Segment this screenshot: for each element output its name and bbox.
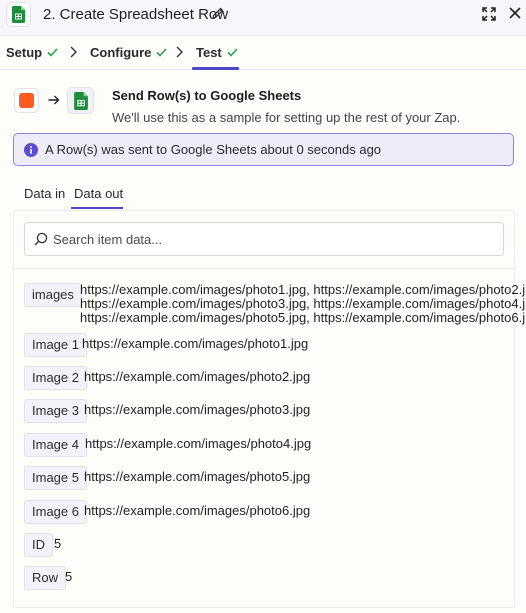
chevron-right-icon [70,46,77,58]
active-tab-indicator [192,67,239,70]
field-key[interactable]: ID [24,533,53,557]
trigger-app-icon [14,88,39,113]
tab-configure[interactable]: Configure [90,45,167,60]
google-sheets-icon [67,87,94,114]
field-key[interactable]: Image 4 [24,433,87,457]
field-row: ID 5 [24,533,504,557]
field-value-line: https://example.com/images/photo1.jpg, h… [80,282,526,297]
field-key[interactable]: Image 1 [24,333,87,357]
field-value: https://example.com/images/photo2.jpg [84,369,311,384]
google-sheets-icon [6,2,31,27]
tab-setup-label: Setup [6,45,43,60]
action-description: We'll use this as a sample for setting u… [112,110,461,125]
field-key[interactable]: Image 3 [24,399,87,423]
panel-header: 2. Create Spreadsheet Row [0,0,526,36]
action-title: Send Row(s) to Google Sheets [112,88,302,103]
chevron-right-icon [176,46,183,58]
field-key[interactable]: images [24,283,82,307]
field-value: https://example.com/images/photo3.jpg [84,402,311,417]
check-icon [47,48,58,57]
search-input[interactable] [53,228,493,250]
field-value-line: https://example.com/images/photo5.jpg, h… [80,310,526,325]
action-summary: Send Row(s) to Google Sheets We'll use t… [14,87,514,125]
divider [14,268,514,269]
field-row: Row 5 [24,566,504,590]
step-tabs: Setup Configure Test [0,36,526,70]
field-row: images https://example.com/images/photo1… [24,283,526,325]
info-banner: A Row(s) was sent to Google Sheets about… [13,133,514,166]
search-icon [34,232,48,246]
field-row: Image 1 https://example.com/images/photo… [24,333,504,357]
field-value: 5 [65,569,73,584]
tab-configure-label: Configure [90,45,152,60]
field-row: Image 6 https://example.com/images/photo… [24,500,504,524]
check-icon [227,48,238,57]
field-row: Image 5 https://example.com/images/photo… [24,466,504,490]
field-value: https://example.com/images/photo1.jpg, h… [80,283,526,325]
field-key[interactable]: Image 2 [24,366,87,390]
data-out-panel: images https://example.com/images/photo1… [13,210,526,608]
info-icon [24,143,38,157]
field-value: https://example.com/images/photo6.jpg [84,503,311,518]
field-row: Image 2 https://example.com/images/photo… [24,366,504,390]
tab-data-in[interactable]: Data in [24,186,65,201]
active-tab-indicator [71,207,123,209]
pencil-icon[interactable] [211,6,225,20]
field-value: https://example.com/images/photo4.jpg [85,436,312,451]
field-value: 5 [54,536,62,551]
field-key[interactable]: Image 6 [24,500,87,524]
tab-setup[interactable]: Setup [6,45,58,60]
field-key[interactable]: Row [24,566,67,590]
expand-icon[interactable] [482,7,496,21]
data-tabs: Data in Data out [0,180,526,210]
field-value-line: https://example.com/images/photo3.jpg, h… [80,296,526,311]
close-icon[interactable] [509,7,521,19]
check-icon [156,48,167,57]
tab-test[interactable]: Test [196,45,238,60]
search-box [24,222,504,256]
info-banner-text: A Row(s) was sent to Google Sheets about… [45,142,382,157]
field-value: https://example.com/images/photo1.jpg [82,336,309,351]
tab-test-label: Test [196,45,222,60]
field-key[interactable]: Image 5 [24,466,87,490]
field-value: https://example.com/images/photo5.jpg [84,469,311,484]
arrow-right-icon [48,95,60,105]
page-title: 2. Create Spreadsheet Row [43,6,229,23]
field-row: Image 4 https://example.com/images/photo… [24,433,504,457]
trigger-square-icon [19,93,34,108]
tab-data-out[interactable]: Data out [74,186,123,201]
field-row: Image 3 https://example.com/images/photo… [24,399,504,423]
